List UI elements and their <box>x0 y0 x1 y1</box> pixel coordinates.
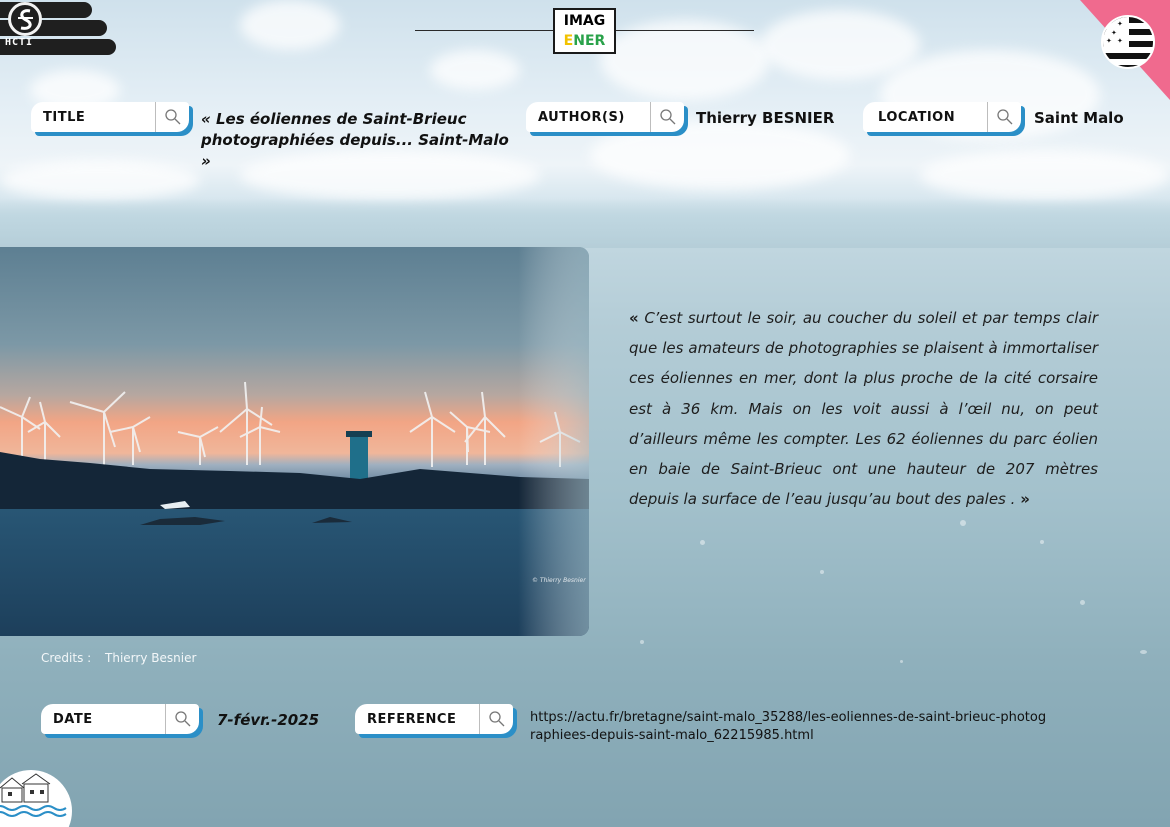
search-icon[interactable] <box>165 704 199 734</box>
date-label: DATE <box>53 711 93 727</box>
quote-text: « C’est surtout le soir, au coucher du s… <box>629 303 1098 514</box>
photo-watermark: © Thierry Besnier <box>532 577 586 584</box>
credits-value: Thierry Besnier <box>105 651 197 665</box>
author-value: Thierry BESNIER <box>696 109 835 127</box>
search-icon[interactable] <box>155 102 189 132</box>
brand-line1: IMAG <box>563 13 606 29</box>
date-tag[interactable]: DATE <box>41 704 199 734</box>
date-value: 7-févr.-2025 <box>217 711 320 729</box>
location-value: Saint Malo <box>1034 109 1124 127</box>
title-tag[interactable]: TITLE <box>31 102 189 132</box>
brand-line-right <box>616 30 754 31</box>
title-label: TITLE <box>43 109 86 125</box>
hcti-logo-icon <box>8 2 42 36</box>
hcti-logo-text: HCTI <box>5 37 34 48</box>
location-tag[interactable]: LOCATION <box>863 102 1021 132</box>
author-label: AUTHOR(S) <box>538 109 625 125</box>
brand-line-left <box>415 30 553 31</box>
quote-body: C’est surtout le soir, au coucher du sol… <box>629 309 1098 509</box>
imagener-logo: IMAG ENER <box>553 8 616 54</box>
search-icon[interactable] <box>650 102 684 132</box>
author-tag[interactable]: AUTHOR(S) <box>526 102 684 132</box>
reference-tag[interactable]: REFERENCE <box>355 704 513 734</box>
location-label: LOCATION <box>878 109 956 125</box>
credits: Credits : Thierry Besnier <box>41 651 206 665</box>
quote-open: « <box>629 309 639 327</box>
brittany-flag-icon: ✦ ✦ ✦ ✦ ✦ <box>1101 15 1155 69</box>
search-icon[interactable] <box>479 704 513 734</box>
reference-link[interactable]: https://actu.fr/bretagne/saint-malo_3528… <box>530 709 1050 745</box>
title-value: « Les éoliennes de Saint-Brieuc photogra… <box>201 110 509 170</box>
reference-label: REFERENCE <box>367 711 457 727</box>
wind-turbines-photo: © Thierry Besnier <box>0 247 589 636</box>
quote-close: » <box>1020 490 1030 509</box>
credits-label: Credits : <box>41 651 92 665</box>
hcti-logo: HCTI <box>0 0 120 58</box>
brand-line2: ENER <box>563 33 606 49</box>
search-icon[interactable] <box>987 102 1021 132</box>
